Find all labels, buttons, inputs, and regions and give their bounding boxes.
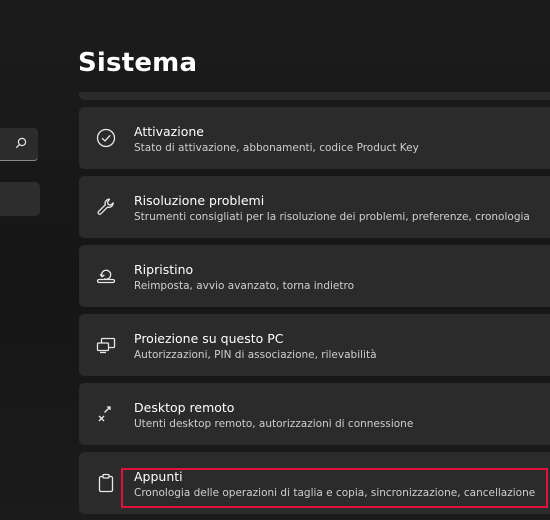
previous-card-edge[interactable] — [79, 92, 550, 100]
settings-item-remote-desktop[interactable]: Desktop remoto Utenti desktop remoto, au… — [79, 383, 550, 445]
item-subtitle: Autorizzazioni, PIN di associazione, ril… — [134, 349, 377, 361]
project-to-pc-icon — [96, 337, 116, 354]
nav-item-selected[interactable] — [0, 182, 40, 216]
wrench-icon — [97, 198, 114, 215]
page-title: Sistema — [78, 48, 198, 78]
clipboard-icon — [98, 473, 114, 493]
check-circle-icon — [96, 128, 116, 148]
settings-item-project-to-pc[interactable]: Proiezione su questo PC Autorizzazioni, … — [79, 314, 550, 376]
settings-item-activation[interactable]: Attivazione Stato di attivazione, abbona… — [79, 107, 550, 169]
item-title: Ripristino — [134, 262, 194, 277]
remote-desktop-icon — [98, 406, 111, 422]
search-icon — [15, 137, 27, 149]
item-title: Proiezione su questo PC — [134, 331, 284, 346]
item-title: Attivazione — [134, 124, 204, 139]
item-subtitle: Utenti desktop remoto, autorizzazioni di… — [134, 418, 414, 430]
item-subtitle: Stato di attivazione, abbonamenti, codic… — [134, 142, 419, 154]
recovery-icon — [96, 269, 116, 284]
item-subtitle: Reimposta, avvio avanzato, torna indietr… — [134, 280, 354, 292]
item-subtitle: Strumenti consigliati per la risoluzione… — [134, 211, 530, 223]
search-box[interactable] — [0, 128, 38, 161]
highlight-box — [121, 468, 548, 508]
item-title: Desktop remoto — [134, 400, 235, 415]
settings-item-recovery[interactable]: Ripristino Reimposta, avvio avanzato, to… — [79, 245, 550, 307]
settings-item-troubleshoot[interactable]: Risoluzione problemi Strumenti consiglia… — [79, 176, 550, 238]
item-title: Risoluzione problemi — [134, 193, 265, 208]
